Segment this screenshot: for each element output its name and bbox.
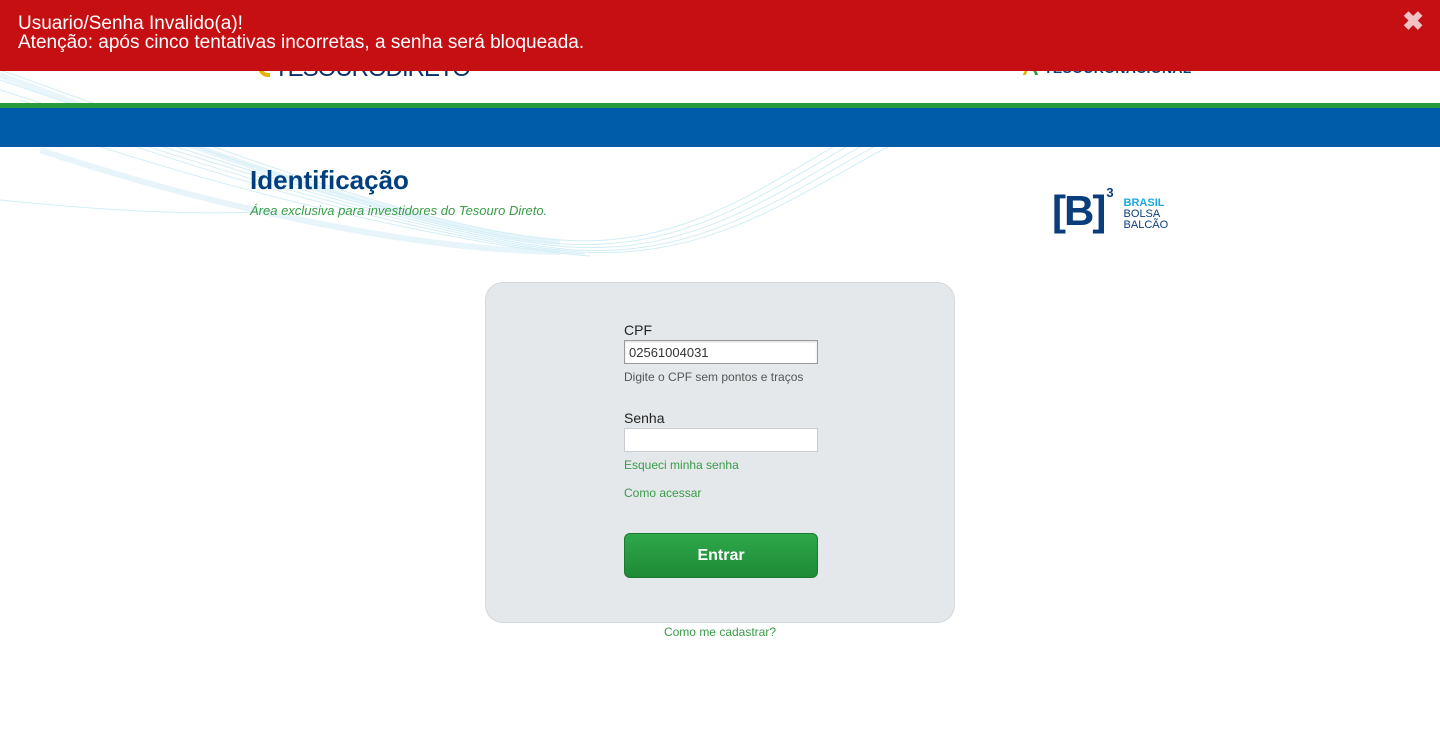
page-title: Identificação [250, 165, 409, 195]
cpf-hint: Digite o CPF sem pontos e traços [624, 370, 804, 384]
error-alert-banner: Usuario/Senha Invalido(a)! Atenção: após… [0, 0, 1440, 71]
login-button[interactable]: Entrar [624, 533, 818, 578]
b3-logo: [B] 3 BRASIL BOLSA BALCÃO [1052, 185, 1169, 235]
how-to-access-link[interactable]: Como acessar [624, 486, 701, 500]
register-link[interactable]: Como me cadastrar? [664, 625, 776, 639]
cpf-label: CPF [624, 322, 652, 338]
login-card: CPF Digite o CPF sem pontos e traços Sen… [485, 282, 955, 623]
alert-message-line2: Atenção: após cinco tentativas incorreta… [18, 32, 585, 53]
page-subtitle: Área exclusiva para investidores do Teso… [250, 203, 548, 218]
register-link-wrapper: Como me cadastrar? [0, 625, 1440, 639]
b3-logo-mark: [B] [1052, 187, 1106, 234]
alert-message-line1: Usuario/Senha Invalido(a)! [18, 13, 243, 34]
header-blue-band [0, 108, 1440, 147]
forgot-password-link[interactable]: Esqueci minha senha [624, 458, 739, 472]
cpf-input[interactable] [624, 340, 818, 364]
senha-label: Senha [624, 410, 665, 426]
b3-logo-word-balcao: BALCÃO [1123, 219, 1169, 231]
password-input[interactable] [624, 428, 818, 452]
b3-logo-superscript: 3 [1106, 185, 1114, 200]
b3-logo-words: BRASIL BOLSA BALCÃO [1124, 198, 1169, 231]
close-icon[interactable]: ✖ [1402, 8, 1424, 34]
